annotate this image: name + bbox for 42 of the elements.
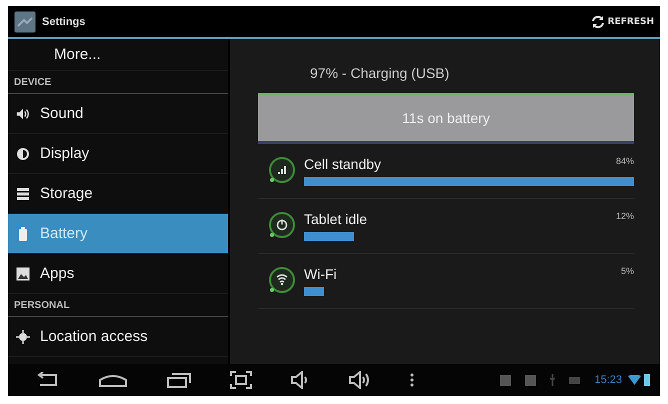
volume-down-icon[interactable] [290, 371, 310, 389]
card-icon [569, 376, 580, 384]
usage-icon [268, 156, 296, 186]
usage-name: Tablet idle [304, 211, 368, 227]
home-icon[interactable] [98, 372, 128, 388]
app-title: Settings [42, 16, 86, 28]
section-header: DEVICE [8, 71, 228, 94]
recent-apps-icon[interactable] [166, 372, 192, 388]
refresh-button[interactable]: REFRESH [590, 14, 654, 28]
storage-icon [16, 186, 30, 200]
screenshot-icon[interactable] [230, 371, 252, 389]
battery-icon [644, 374, 650, 386]
usage-icon [268, 266, 296, 296]
sidebar-item[interactable]: More... [8, 39, 228, 71]
usage-icon [268, 211, 296, 241]
section-header: PERSONAL [8, 294, 228, 317]
notification-icon [525, 374, 536, 386]
usage-percent: 84% [616, 156, 634, 168]
apps-icon [16, 266, 30, 280]
battery-icon [16, 226, 30, 240]
sidebar-item[interactable]: Apps [8, 254, 228, 294]
clock: 15:23 [594, 374, 622, 386]
brightness-icon [16, 146, 30, 160]
usage-bar [304, 287, 324, 296]
sidebar-item[interactable]: Location access [8, 317, 228, 357]
sidebar-item[interactable]: Display [8, 134, 228, 174]
refresh-icon [590, 14, 605, 28]
battery-status: 97% - Charging (USB) [309, 64, 450, 81]
location-icon [16, 330, 30, 344]
volume-up-icon[interactable] [348, 371, 372, 389]
usb-icon [550, 374, 556, 386]
speaker-icon [16, 106, 30, 120]
notification-icon [500, 374, 512, 386]
settings-app-icon [14, 10, 36, 32]
usage-percent: 12% [616, 211, 634, 223]
usage-percent: 5% [620, 266, 634, 278]
menu-icon[interactable] [410, 373, 414, 387]
usage-bar [304, 232, 354, 241]
wifi-icon [628, 375, 641, 385]
usage-name: Wi-Fi [304, 266, 337, 282]
sidebar-item[interactable]: Sound [8, 94, 228, 134]
usage-name: Cell standby [304, 156, 382, 172]
